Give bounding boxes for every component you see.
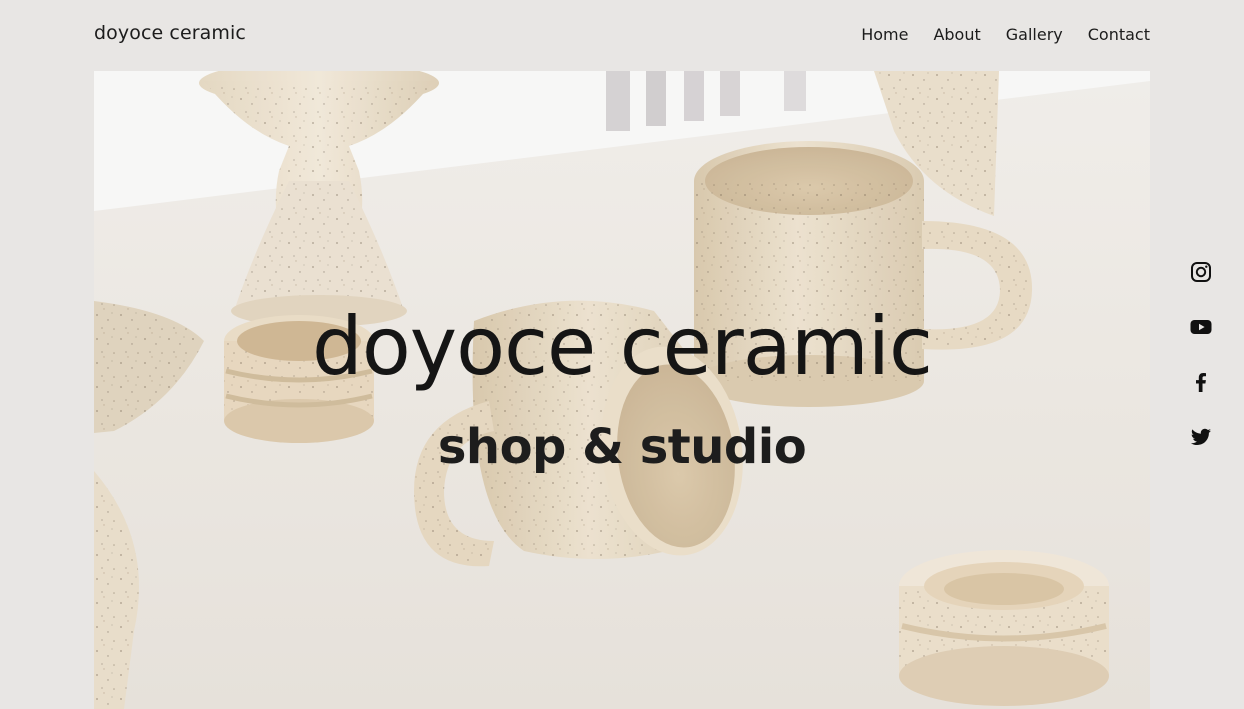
hero-subtitle: shop & studio (437, 419, 807, 475)
main-nav: Home About Gallery Contact (861, 25, 1150, 44)
social-links (1188, 260, 1214, 449)
youtube-link[interactable] (1189, 315, 1213, 339)
instagram-link[interactable] (1189, 260, 1213, 284)
nav-link-contact[interactable]: Contact (1088, 25, 1150, 44)
facebook-icon (1196, 373, 1206, 392)
instagram-icon (1191, 262, 1211, 282)
hero-title: doyoce ceramic (312, 300, 933, 393)
youtube-icon (1190, 320, 1212, 334)
nav-link-home[interactable]: Home (861, 25, 908, 44)
facebook-link[interactable] (1189, 370, 1213, 394)
nav-item-gallery: Gallery (1006, 25, 1063, 44)
nav-link-about[interactable]: About (933, 25, 980, 44)
hero-section: doyoce ceramic shop & studio (94, 71, 1150, 709)
site-title-link[interactable]: doyoce ceramic (94, 22, 246, 44)
twitter-icon (1190, 428, 1211, 445)
nav-item-home: Home (861, 25, 908, 44)
page: doyoce ceramic Home About Gallery Contac… (0, 0, 1244, 709)
nav-item-about: About (933, 25, 980, 44)
nav-item-contact: Contact (1088, 25, 1150, 44)
nav-link-gallery[interactable]: Gallery (1006, 25, 1063, 44)
twitter-link[interactable] (1189, 425, 1213, 449)
